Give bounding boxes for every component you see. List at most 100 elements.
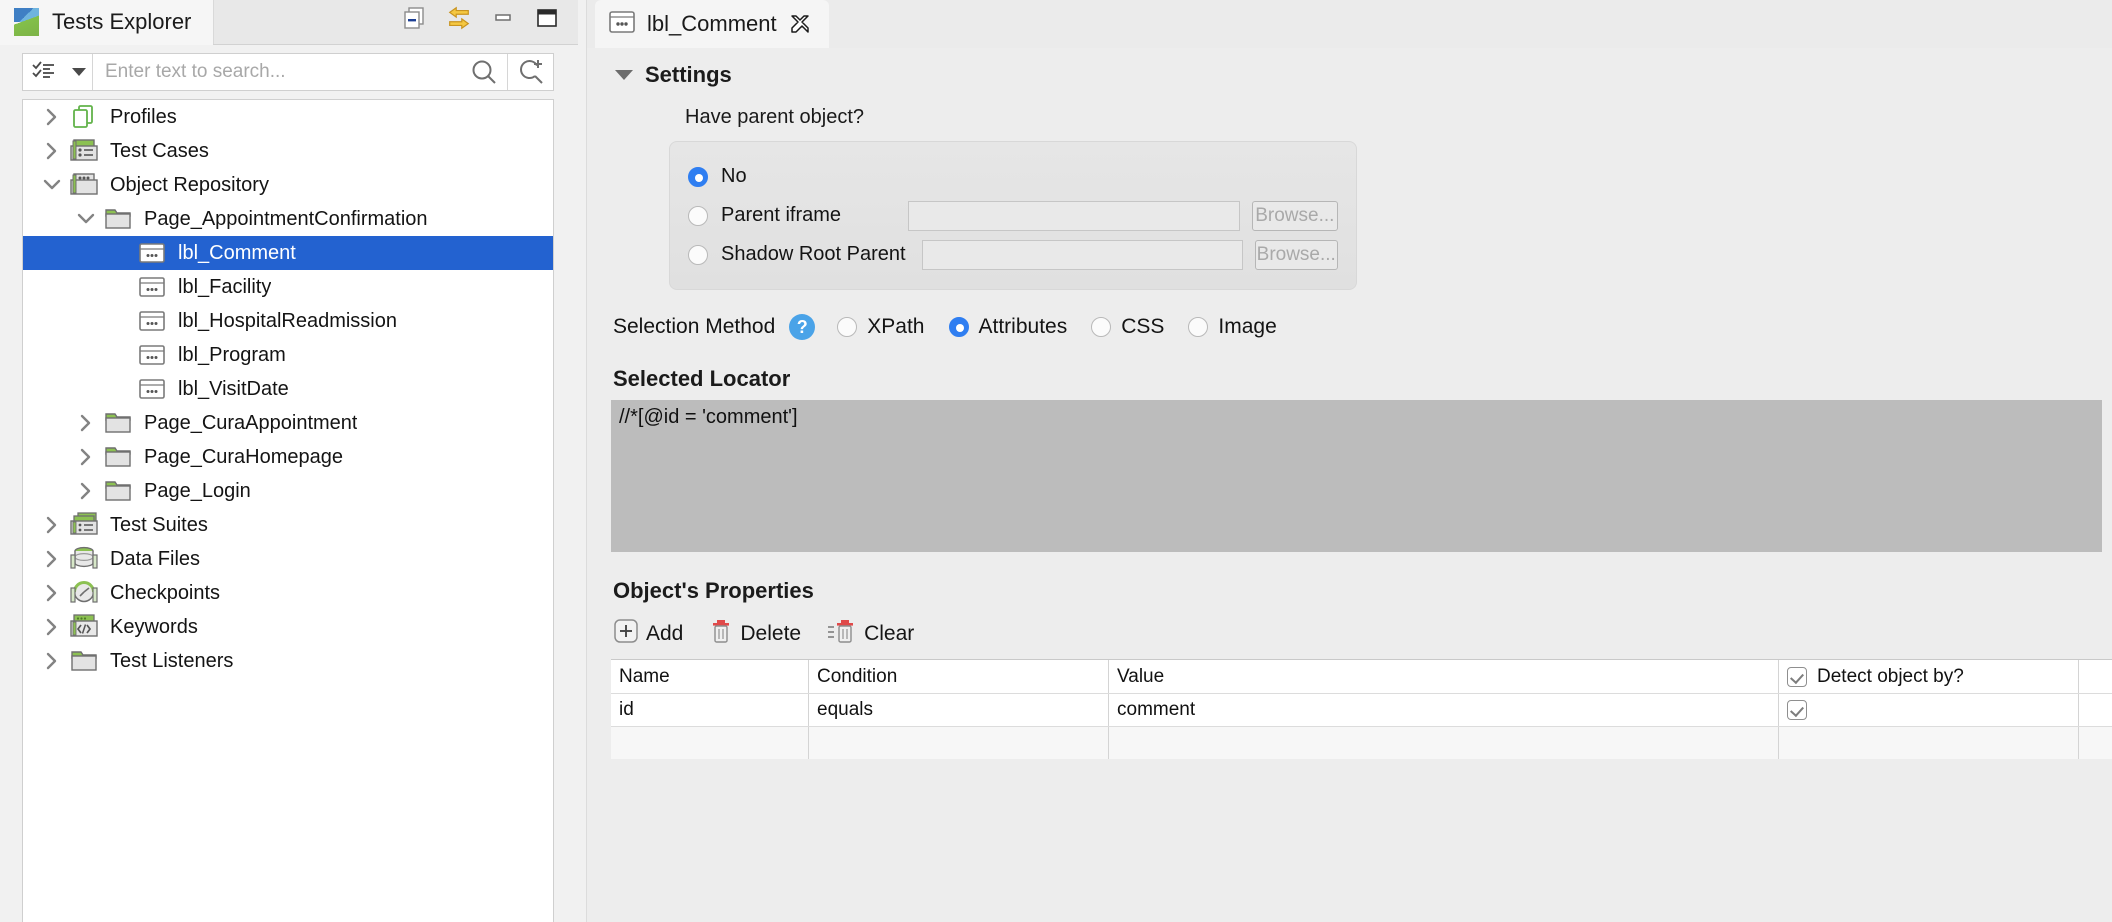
tree-item-test-cases[interactable]: Test Cases [23, 134, 553, 168]
tree-item-page-curahomepage[interactable]: Page_CuraHomepage [23, 440, 553, 474]
object-properties-table[interactable]: Name Condition Value Detect object by? i… [611, 659, 2112, 759]
radio-attributes[interactable] [949, 317, 969, 337]
radio-parent-iframe[interactable] [688, 206, 708, 226]
test-cases-icon [67, 137, 101, 165]
selection-method-attributes[interactable]: Attributes [949, 315, 1068, 339]
tree-item-checkpoints[interactable]: Checkpoints [23, 576, 553, 610]
cell-condition-empty[interactable] [809, 727, 1109, 759]
minimize-icon[interactable] [490, 5, 516, 31]
radio-shadow-root-parent[interactable] [688, 245, 708, 265]
radio-xpath[interactable] [837, 317, 857, 337]
tree-item-lbl-visitdate[interactable]: lbl_VisitDate [23, 372, 553, 406]
shadow-root-parent-browse-button[interactable]: Browse... [1255, 240, 1339, 270]
chevron-right-icon[interactable] [37, 646, 67, 676]
chevron-right-icon[interactable] [37, 612, 67, 642]
web-element-icon [135, 273, 169, 301]
selection-method-image[interactable]: Image [1188, 315, 1276, 339]
maximize-icon[interactable] [534, 5, 560, 31]
tree-item-profiles[interactable]: Profiles [23, 100, 553, 134]
tree-item-lbl-hospitalreadmission[interactable]: lbl_HospitalReadmission [23, 304, 553, 338]
selection-method-css[interactable]: CSS [1091, 315, 1164, 339]
settings-section-header[interactable]: Settings [587, 48, 2112, 94]
clear-properties-button[interactable]: Clear [827, 618, 914, 649]
add-property-button[interactable]: Add [613, 618, 683, 649]
search-box[interactable] [22, 53, 554, 91]
delete-property-button[interactable]: Delete [709, 618, 801, 649]
radio-image[interactable] [1188, 317, 1208, 337]
web-element-icon [135, 307, 169, 335]
link-with-editor-icon[interactable] [446, 5, 472, 31]
cell-detect[interactable] [1779, 694, 2079, 726]
tree-item-data-files[interactable]: Data Files [23, 542, 553, 576]
radio-attributes-label: Attributes [979, 315, 1068, 339]
column-header-name[interactable]: Name [611, 660, 809, 693]
cell-value-empty[interactable] [1109, 727, 1779, 759]
tree-item-lbl-facility[interactable]: lbl_Facility [23, 270, 553, 304]
add-property-label: Add [646, 622, 683, 646]
chevron-down-icon[interactable] [615, 70, 633, 80]
shadow-root-parent-input[interactable] [922, 240, 1243, 270]
chevron-right-icon[interactable] [37, 510, 67, 540]
object-properties-toolbar: Add Delete [587, 612, 2112, 659]
detect-all-checkbox[interactable] [1787, 667, 1807, 687]
parent-option-no[interactable]: No [688, 158, 1338, 195]
cell-value[interactable]: comment [1109, 694, 1779, 726]
selection-method-xpath[interactable]: XPath [837, 315, 924, 339]
object-properties-title: Object's Properties [587, 552, 2112, 612]
have-parent-object-label: Have parent object? [587, 94, 2112, 137]
clear-trash-icon [827, 618, 857, 649]
chevron-right-icon[interactable] [71, 476, 101, 506]
tree-item-label: Page_CuraAppointment [144, 412, 357, 435]
chevron-right-icon[interactable] [71, 408, 101, 438]
table-row[interactable]: id equals comment [611, 693, 2112, 726]
cell-detect-empty[interactable] [1779, 727, 2079, 759]
chevron-right-icon[interactable] [71, 442, 101, 472]
selection-method-row: Selection Method ? XPath Attributes CSS … [587, 290, 2112, 340]
parent-iframe-input[interactable] [908, 201, 1240, 231]
chevron-right-icon[interactable] [37, 136, 67, 166]
chevron-right-icon[interactable] [37, 544, 67, 574]
column-header-detect-object-by[interactable]: Detect object by? [1779, 660, 2079, 693]
search-icon[interactable] [461, 54, 507, 90]
tree-item-label: Test Cases [110, 140, 209, 163]
parent-option-shadow-root[interactable]: Shadow Root Parent Browse... [688, 236, 1338, 273]
search-input[interactable] [93, 61, 461, 83]
tree-item-lbl-program[interactable]: lbl_Program [23, 338, 553, 372]
detect-row-checkbox[interactable] [1787, 700, 1807, 720]
selected-locator-textarea[interactable]: //*[@id = 'comment'] [611, 400, 2102, 552]
tab-tests-explorer[interactable]: Tests Explorer [0, 0, 214, 44]
column-header-condition[interactable]: Condition [809, 660, 1109, 693]
tree-item-label: lbl_Program [178, 344, 286, 367]
tree-item-page-appointmentconfirmation[interactable]: Page_AppointmentConfirmation [23, 202, 553, 236]
table-row-empty[interactable] [611, 726, 2112, 759]
cell-name-empty[interactable] [611, 727, 809, 759]
tree-item-test-listeners[interactable]: Test Listeners [23, 644, 553, 678]
tree-item-page-curaappointment[interactable]: Page_CuraAppointment [23, 406, 553, 440]
cell-condition[interactable]: equals [809, 694, 1109, 726]
cell-name[interactable]: id [611, 694, 809, 726]
tree-item-page-login[interactable]: Page_Login [23, 474, 553, 508]
tree-item-label: Checkpoints [110, 582, 220, 605]
tree-item-keywords[interactable]: Keywords [23, 610, 553, 644]
chevron-right-icon[interactable] [37, 578, 67, 608]
chevron-right-icon[interactable] [37, 102, 67, 132]
help-icon[interactable]: ? [789, 314, 815, 340]
chevron-down-icon[interactable] [71, 204, 101, 234]
chevron-down-icon[interactable] [65, 54, 93, 90]
chevron-down-icon[interactable] [37, 170, 67, 200]
parent-option-iframe[interactable]: Parent iframe Browse... [688, 197, 1338, 234]
search-plus-icon[interactable] [507, 54, 553, 90]
parent-iframe-browse-button[interactable]: Browse... [1252, 201, 1338, 231]
tests-explorer-tree[interactable]: ProfilesTest CasesObject RepositoryPage_… [22, 99, 554, 922]
tree-item-lbl-comment[interactable]: lbl_Comment [23, 236, 553, 270]
collapse-all-icon[interactable] [402, 5, 428, 31]
tree-item-test-suites[interactable]: Test Suites [23, 508, 553, 542]
radio-no[interactable] [688, 167, 708, 187]
close-icon[interactable] [789, 13, 811, 35]
checklist-icon[interactable] [23, 54, 65, 90]
tree-item-label: Test Listeners [110, 650, 233, 673]
column-header-value[interactable]: Value [1109, 660, 1779, 693]
tree-item-object-repository[interactable]: Object Repository [23, 168, 553, 202]
radio-css[interactable] [1091, 317, 1111, 337]
tab-lbl-comment[interactable]: lbl_Comment [595, 0, 829, 48]
